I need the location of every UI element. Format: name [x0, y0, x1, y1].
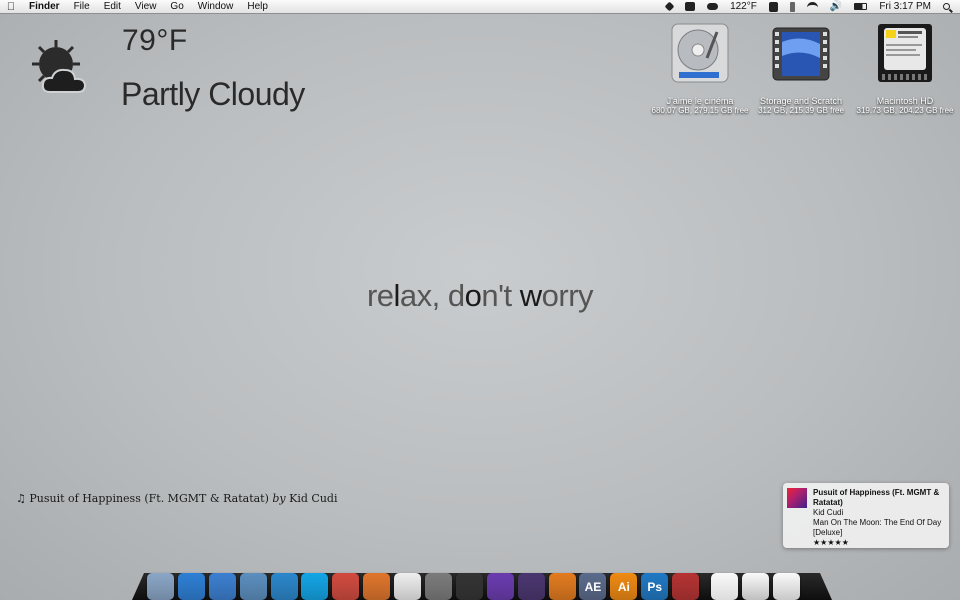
- dock-skype-icon[interactable]: [301, 573, 329, 600]
- menu-file[interactable]: File: [67, 0, 97, 14]
- menu-view[interactable]: View: [128, 0, 164, 14]
- battery-icon[interactable]: [848, 3, 873, 10]
- dock-mail-bird-icon[interactable]: [239, 573, 267, 600]
- tagline-part: n't: [481, 278, 520, 313]
- weather-condition: Partly Cloudy: [121, 76, 305, 112]
- cloud-icon[interactable]: [701, 3, 724, 10]
- dock-icon-label: Ps: [647, 579, 663, 594]
- drive-name: Macintosh HD: [876, 96, 934, 106]
- temperature-readout[interactable]: 122°F: [724, 0, 763, 14]
- drive-info: 319.73 GB, 204.23 GB free: [856, 106, 954, 115]
- dropbox-icon[interactable]: [660, 1, 679, 12]
- menu-bar:  Finder File Edit View Go Window Help 1…: [0, 0, 960, 14]
- partly-cloudy-icon: [32, 40, 87, 93]
- drive-info: 680.07 GB, 279.15 GB free: [651, 106, 749, 115]
- drive-name: Storage and Scratch: [759, 96, 843, 106]
- bluetooth-icon[interactable]: [784, 1, 801, 12]
- dock-twitter-icon[interactable]: [270, 573, 298, 600]
- tagline-part-bold: o: [464, 278, 482, 313]
- notification-album: Man On The Moon: The End Of Day [Deluxe]: [813, 518, 942, 537]
- drive-macintosh-hd[interactable]: Macintosh HD 319.73 GB, 204.23 GB free: [850, 22, 960, 115]
- drive-storage-and-scratch[interactable]: Storage and Scratch 312 GB, 215.39 GB fr…: [746, 22, 856, 115]
- dock: AE Ai Ps: [147, 556, 827, 600]
- status-menus: 122°F 🔊 Fri 3:17 PM: [660, 0, 960, 14]
- spotlight-icon[interactable]: [937, 3, 956, 10]
- now-playing-artist: Kid Cudi: [289, 492, 338, 505]
- dock-finder-icon[interactable]: [147, 573, 174, 600]
- dock-trash-icon[interactable]: [772, 573, 800, 600]
- notification-title: Pusuit of Happiness (Ft. MGMT & Ratatat): [813, 488, 940, 507]
- notification-artist: Kid Cudi: [813, 508, 844, 517]
- tagline-part: re: [366, 278, 394, 313]
- apple-icon[interactable]: : [0, 1, 22, 13]
- desktop[interactable]:  Finder File Edit View Go Window Help 1…: [0, 0, 960, 600]
- dock-after-effects-icon[interactable]: AE: [579, 573, 607, 600]
- track-notification[interactable]: Pusuit of Happiness (Ft. MGMT & Ratatat)…: [783, 483, 949, 548]
- drive-name: J'aime le cinéma: [666, 96, 734, 106]
- dock-icon-label: AE: [584, 579, 602, 594]
- menu-edit[interactable]: Edit: [97, 0, 128, 14]
- album-art: [787, 488, 807, 508]
- wallpaper-tagline: relax, don't worry: [0, 278, 960, 314]
- now-playing-by: by: [272, 492, 286, 505]
- volume-icon[interactable]: 🔊: [824, 0, 848, 14]
- dock-icon-label: Ai: [617, 579, 630, 594]
- dock-illustrator-icon[interactable]: Ai: [610, 573, 638, 600]
- dock-final-cut-clapper-icon[interactable]: [455, 573, 483, 600]
- drive-jaime-le-cinema[interactable]: J'aime le cinéma 680.07 GB, 279.15 GB fr…: [645, 22, 755, 115]
- weather-temperature: 79°F: [122, 24, 188, 57]
- dock-textedit-icon[interactable]: [394, 573, 422, 600]
- dock-app-store-icon[interactable]: [177, 573, 205, 600]
- wifi-icon[interactable]: [801, 1, 824, 12]
- menu-help[interactable]: Help: [240, 0, 275, 14]
- notification-rating: ★★★★★: [813, 538, 849, 547]
- menu-finder[interactable]: Finder: [22, 0, 67, 14]
- film-drive-icon: [770, 22, 832, 84]
- dock-chrome-icon[interactable]: [332, 573, 360, 600]
- dock-photoshop-icon[interactable]: Ps: [641, 573, 669, 600]
- dock-firefox-icon[interactable]: [363, 573, 391, 600]
- music-note-icon: ♫: [16, 492, 26, 505]
- dock-video-app-icon[interactable]: [486, 573, 514, 600]
- dock-separator: [703, 573, 711, 600]
- cat-icon[interactable]: [679, 2, 701, 11]
- dock-system-prefs-icon[interactable]: [672, 573, 700, 600]
- notification-text: Pusuit of Happiness (Ft. MGMT & Ratatat)…: [813, 488, 945, 548]
- dock-pen-tool-icon[interactable]: [425, 573, 453, 600]
- dock-ipod-icon[interactable]: [711, 573, 739, 600]
- dock-mail-stack-icon[interactable]: [741, 573, 769, 600]
- dock-blender-icon[interactable]: [548, 573, 576, 600]
- dock-itunes-icon[interactable]: [208, 573, 236, 600]
- now-playing-track: Pusuit of Happiness (Ft. MGMT & Ratatat): [29, 492, 269, 505]
- now-playing: ♫ Pusuit of Happiness (Ft. MGMT & Ratata…: [16, 492, 338, 505]
- menu-window[interactable]: Window: [191, 0, 241, 14]
- tagline-part-bold: w: [519, 278, 542, 313]
- clock[interactable]: Fri 3:17 PM: [873, 0, 937, 14]
- menu-go[interactable]: Go: [163, 0, 190, 14]
- internal-hd-icon: [874, 22, 936, 84]
- tagline-part: orry: [541, 278, 594, 313]
- tagline-part: ax, d: [399, 278, 465, 313]
- hard-drive-icon: [669, 22, 731, 84]
- drive-info: 312 GB, 215.39 GB free: [758, 106, 844, 115]
- display-icon[interactable]: [763, 1, 784, 12]
- dock-motion-app-icon[interactable]: [517, 573, 545, 600]
